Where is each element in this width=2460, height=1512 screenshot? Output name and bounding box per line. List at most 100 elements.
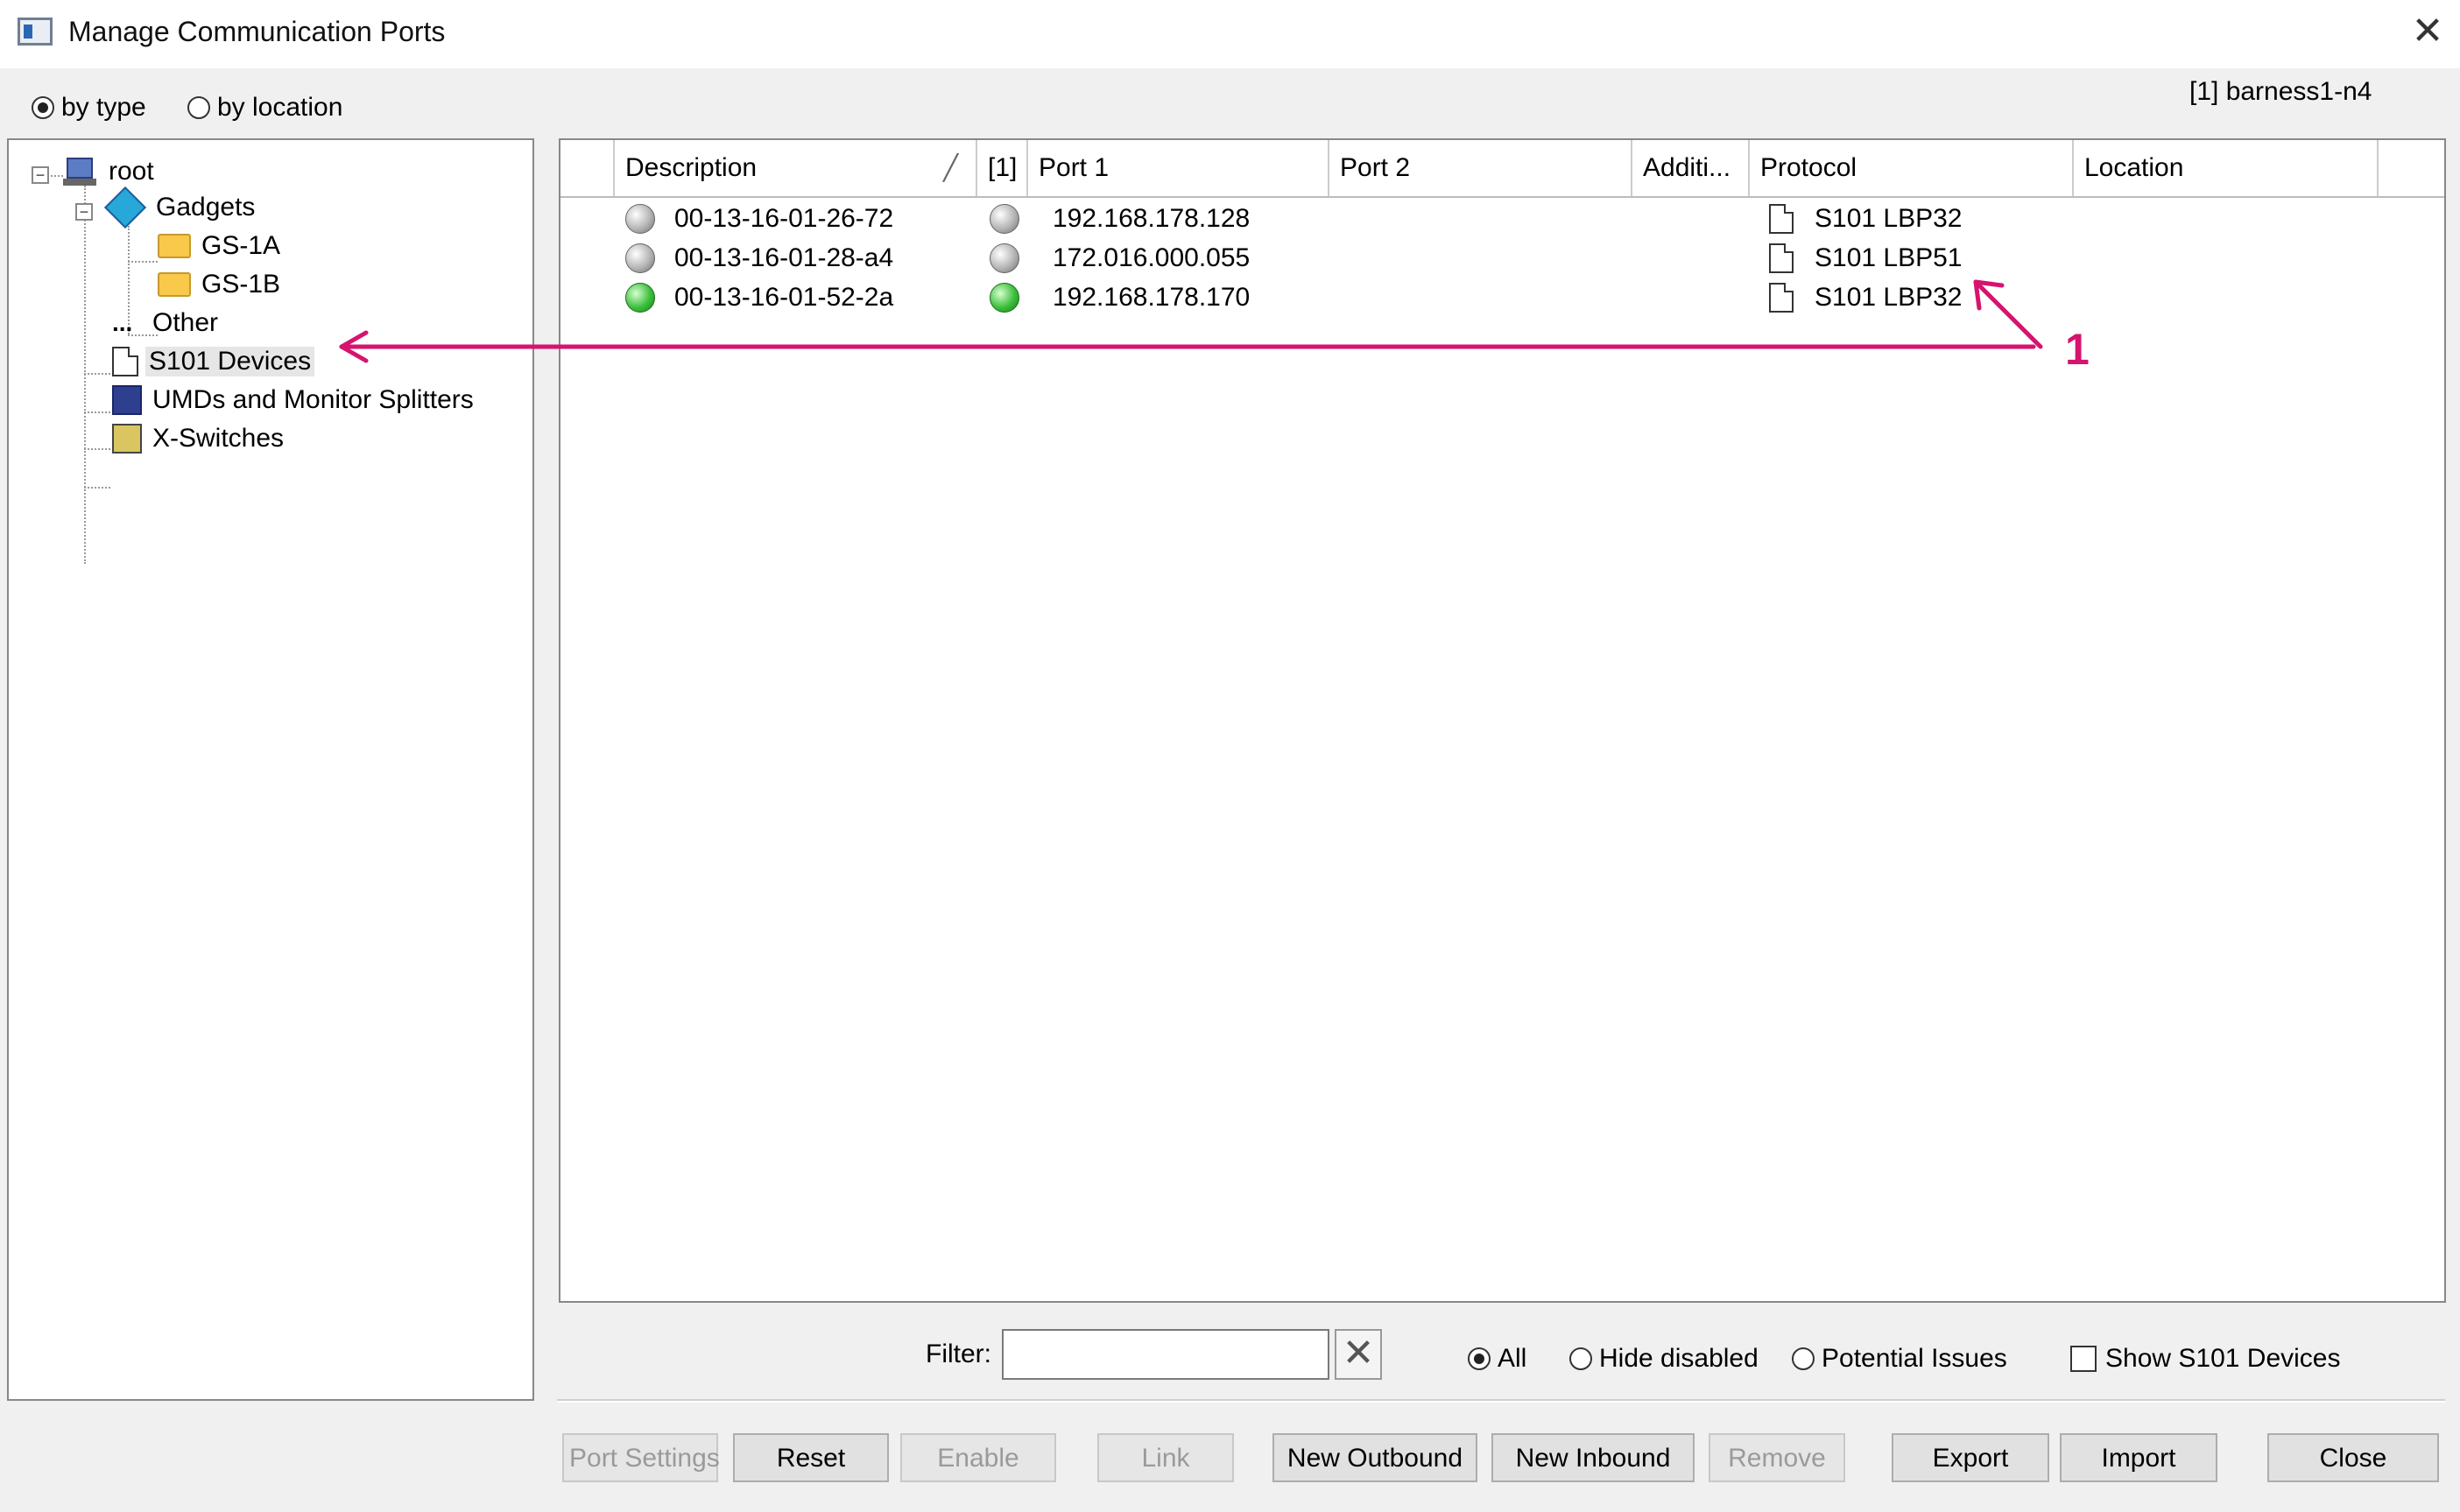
checkbox-box [2070,1346,2097,1372]
protocol-document-icon [1769,243,1794,273]
sort-indicator-icon: ╱ [943,154,958,181]
column-index[interactable]: [1] [977,140,1028,196]
table-row[interactable]: 00-13-16-01-26-72 192.168.178.128 S101 L… [560,200,2443,238]
row-description: 00-13-16-01-26-72 [674,204,894,233]
column-description-label: Description [625,153,758,182]
table-row[interactable]: 00-13-16-01-52-2a 192.168.178.170 S101 L… [560,278,2443,317]
ports-grid[interactable]: Description ╱ [1] Port 1 Port 2 Additi..… [559,138,2446,1303]
status-gray-icon [625,204,655,234]
tree-line [128,261,158,263]
radio-by-location[interactable]: by location [187,93,342,123]
protocol-document-icon [1769,204,1794,234]
column-additional[interactable]: Additi... [1632,140,1750,196]
column-description[interactable]: Description ╱ [615,140,977,196]
device-tree-panel[interactable]: − root − Gadgets GS-1A GS-1B ... Other S… [7,138,534,1401]
title-bar: Manage Communication Ports ✕ [0,0,2460,68]
status-gray-icon [625,243,655,273]
remove-button[interactable]: Remove [1709,1433,1845,1482]
tree-node-label: GS-1A [201,231,281,260]
filter-label: Filter: [926,1340,991,1368]
tree-node-s101-devices[interactable]: S101 Devices [112,347,315,376]
tree-line [84,448,110,450]
row-protocol: S101 LBP32 [1815,283,1963,312]
radio-by-type-label: by type [61,93,146,122]
new-inbound-button[interactable]: New Inbound [1491,1433,1695,1482]
enable-button[interactable]: Enable [900,1433,1056,1482]
row-port1: 192.168.178.170 [1053,283,1251,312]
x-switch-icon [112,424,142,454]
clear-filter-icon[interactable]: ✕ [1335,1329,1382,1380]
export-button[interactable]: Export [1892,1433,2049,1482]
computer-icon [63,156,98,187]
manage-communication-ports-window: Manage Communication Ports ✕ by type by … [0,0,2460,1512]
radio-filter-all-label: All [1498,1344,1527,1373]
ellipsis-icon: ... [112,309,133,336]
radio-potential-issues-label: Potential Issues [1822,1344,2007,1373]
radio-circle [1468,1347,1491,1370]
row-protocol: S101 LBP51 [1815,243,1963,272]
tree-node-label: UMDs and Monitor Splitters [152,385,474,414]
tree-node-gs-1a[interactable]: GS-1A [158,231,284,261]
tree-node-x-switches[interactable]: X-Switches [112,424,287,454]
close-window-icon[interactable]: ✕ [2408,12,2447,51]
tree-node-gadgets[interactable]: Gadgets [103,186,258,229]
column-port2[interactable]: Port 2 [1329,140,1632,196]
port-settings-button[interactable]: Port Settings [562,1433,720,1482]
radio-potential-issues[interactable]: Potential Issues [1792,1344,2007,1374]
folder-icon [158,234,191,258]
radio-circle [32,96,54,119]
tree-toggle-root[interactable]: − [32,166,49,184]
tree-node-label: X-Switches [152,424,285,453]
tree-line [84,411,110,413]
import-button[interactable]: Import [2060,1433,2217,1482]
protocol-document-icon [1769,283,1794,313]
window-app-icon [18,18,53,46]
gadget-diamond-icon [103,186,147,229]
tree-node-label: S101 Devices [145,347,315,376]
separator-line [557,1399,2445,1403]
grid-header: Description ╱ [1] Port 1 Port 2 Additi..… [560,140,2444,198]
status-green-icon [625,283,655,313]
radio-circle [1569,1347,1592,1370]
radio-hide-disabled[interactable]: Hide disabled [1569,1344,1759,1374]
radio-hide-disabled-label: Hide disabled [1599,1344,1759,1373]
radio-circle [187,96,210,119]
reset-button[interactable]: Reset [733,1433,889,1482]
annotation-number: 1 [2065,325,2090,374]
tree-node-label: GS-1B [201,270,281,299]
filter-input[interactable] [1002,1329,1329,1380]
tree-node-label: root [109,157,154,186]
folder-icon [158,272,191,297]
radio-filter-all[interactable]: All [1468,1344,1526,1374]
row-port1: 192.168.178.128 [1053,204,1251,233]
show-s101-devices-label: Show S101 Devices [2105,1344,2341,1373]
tree-node-label: Other [152,308,219,337]
tree-node-other[interactable]: ... Other [112,308,222,338]
s101-document-icon [112,347,138,376]
umd-icon [112,385,142,415]
column-port1[interactable]: Port 1 [1028,140,1329,196]
window-title: Manage Communication Ports [68,16,446,47]
row-description: 00-13-16-01-52-2a [674,283,894,312]
tree-toggle-gadgets[interactable]: − [75,203,93,221]
port1-status-gray-icon [990,243,1019,273]
tree-node-umds[interactable]: UMDs and Monitor Splitters [112,385,477,415]
column-status[interactable] [560,140,615,196]
column-protocol[interactable]: Protocol [1750,140,2074,196]
table-row[interactable]: 00-13-16-01-28-a4 172.016.000.055 S101 L… [560,239,2443,278]
row-protocol: S101 LBP32 [1815,204,1963,233]
tree-node-gs-1b[interactable]: GS-1B [158,270,284,299]
column-location[interactable]: Location [2074,140,2379,196]
tree-line [84,487,110,489]
link-button[interactable]: Link [1097,1433,1234,1482]
port1-status-gray-icon [990,204,1019,234]
tree-node-root[interactable]: root [63,156,158,187]
row-port1: 172.016.000.055 [1053,243,1251,272]
tree-line [84,186,86,564]
show-s101-devices-checkbox[interactable]: Show S101 Devices [2070,1344,2340,1374]
radio-by-type[interactable]: by type [32,93,146,123]
port1-status-green-icon [990,283,1019,313]
tree-line [84,373,110,375]
close-button[interactable]: Close [2267,1433,2439,1482]
new-outbound-button[interactable]: New Outbound [1272,1433,1477,1482]
